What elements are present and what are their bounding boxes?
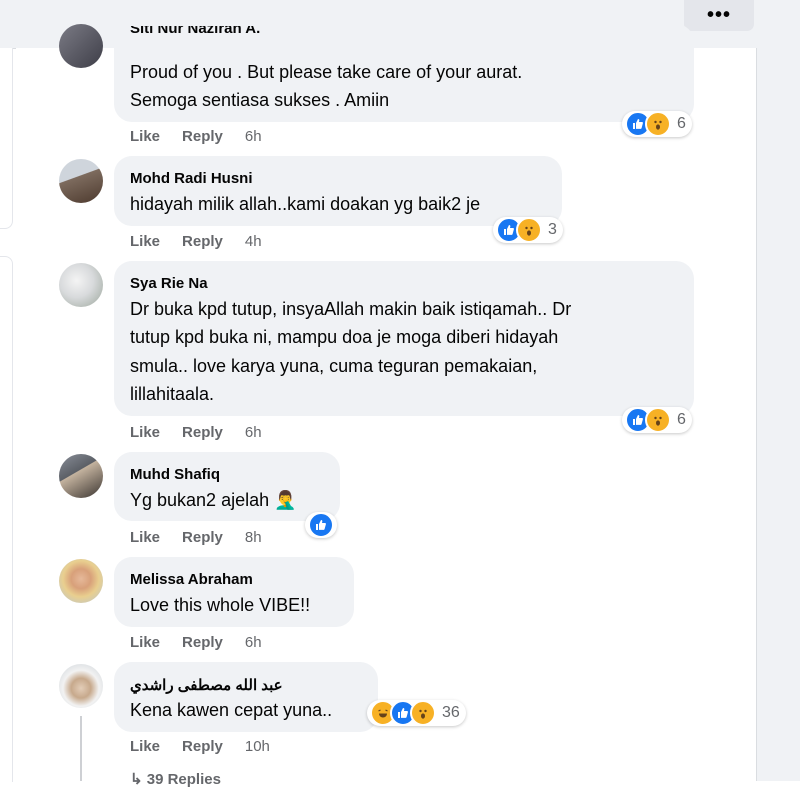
like-reaction-icon	[308, 512, 334, 538]
wow-reaction-icon	[645, 407, 671, 433]
comment-bubble: Sya Rie Na Dr buka kpd tutup, insyaAllah…	[114, 261, 694, 416]
wow-reaction-icon	[645, 111, 671, 137]
left-rail	[0, 48, 13, 782]
reaction-summary[interactable]: 6	[622, 407, 692, 433]
like-link[interactable]: Like	[130, 529, 160, 546]
reply-link[interactable]: Reply	[182, 738, 223, 755]
avatar[interactable]	[59, 559, 103, 603]
view-replies-link[interactable]: ↳ 39 Replies	[130, 770, 221, 788]
right-gutter	[756, 48, 800, 781]
comment-text-line: Dr buka kpd tutup, insyaAllah makin baik…	[130, 299, 572, 319]
comment-text-line: hidayah milik allah..kami doakan yg baik…	[130, 194, 481, 214]
timestamp-link[interactable]: 10h	[245, 738, 270, 755]
comment-bubble: Mohd Radi Husni hidayah milik allah..kam…	[114, 156, 562, 226]
like-link[interactable]: Like	[130, 233, 160, 250]
reply-link[interactable]: Reply	[182, 529, 223, 546]
reaction-summary[interactable]: 6	[622, 111, 692, 137]
comment-author[interactable]: Muhd Shafiq	[130, 466, 220, 483]
reply-thread-line	[80, 716, 82, 781]
left-panel-edge	[0, 256, 13, 782]
like-link[interactable]: Like	[130, 738, 160, 755]
timestamp-link[interactable]: 6h	[245, 128, 262, 145]
comment-text-line: Love this whole VIBE!!	[130, 595, 311, 615]
avatar[interactable]	[59, 263, 103, 307]
comment-author[interactable]: Melissa Abraham	[130, 571, 253, 588]
comment-bubble: عبد الله مصطفى راشدي Kena kawen cepat yu…	[114, 662, 378, 732]
comment-author[interactable]: Sya Rie Na	[130, 275, 208, 292]
timestamp-link[interactable]: 6h	[245, 424, 262, 441]
comment-text-line: Semoga sentiasa sukses . Amiin	[130, 90, 390, 110]
more-options-button[interactable]: •••	[684, 0, 754, 31]
comment-text-line: Proud of you . But please take care of y…	[130, 62, 523, 82]
timestamp-link[interactable]: 8h	[245, 529, 262, 546]
avatar[interactable]	[59, 24, 103, 68]
comment-author[interactable]: عبد الله مصطفى راشدي	[130, 676, 283, 694]
reaction-count: 6	[677, 411, 686, 428]
like-link[interactable]: Like	[130, 424, 160, 441]
comment-text-line: Yg bukan2 ajelah 🤦‍♂️	[130, 490, 297, 510]
avatar[interactable]	[59, 454, 103, 498]
comment-bubble: Muhd Shafiq Yg bukan2 ajelah 🤦‍♂️	[114, 452, 340, 521]
reply-link[interactable]: Reply	[182, 128, 223, 145]
comment-actions: Like Reply 6h	[130, 128, 262, 145]
comment-text-line: Kena kawen cepat yuna..	[130, 700, 333, 720]
comment-bubble: Siti Nur Nazirah A. Proud of you . But p…	[114, 24, 694, 122]
like-link[interactable]: Like	[130, 634, 160, 651]
timestamp-link[interactable]: 6h	[245, 634, 262, 651]
comment-actions: Like Reply 6h	[130, 424, 262, 441]
comment-text-line: tutup kpd buka ni, mampu doa je moga dib…	[130, 327, 559, 347]
like-link[interactable]: Like	[130, 128, 160, 145]
reaction-summary[interactable]	[305, 512, 337, 538]
wow-reaction-icon	[410, 700, 436, 726]
reply-link[interactable]: Reply	[182, 233, 223, 250]
reaction-count: 3	[548, 221, 557, 238]
comment-text-line: smula.. love karya yuna, cuma teguran pe…	[130, 356, 538, 376]
comment-actions: Like Reply 4h	[130, 233, 262, 250]
avatar[interactable]	[59, 664, 103, 708]
reaction-summary[interactable]: 36	[367, 700, 466, 726]
reaction-count: 36	[442, 704, 460, 721]
wow-reaction-icon	[516, 217, 542, 243]
comment-actions: Like Reply 8h	[130, 529, 262, 546]
comment-bubble: Melissa Abraham Love this whole VIBE!!	[114, 557, 354, 627]
avatar[interactable]	[59, 159, 103, 203]
comment-actions: Like Reply 6h	[130, 634, 262, 651]
reply-link[interactable]: Reply	[182, 424, 223, 441]
reply-link[interactable]: Reply	[182, 634, 223, 651]
left-panel-edge	[0, 48, 13, 229]
comment-text-line: lillahitaala.	[130, 384, 215, 404]
reaction-summary[interactable]: 3	[493, 217, 563, 243]
reaction-count: 6	[677, 115, 686, 132]
timestamp-link[interactable]: 4h	[245, 233, 262, 250]
comment-actions: Like Reply 10h	[130, 738, 270, 755]
comment-author[interactable]: Mohd Radi Husni	[130, 170, 253, 187]
